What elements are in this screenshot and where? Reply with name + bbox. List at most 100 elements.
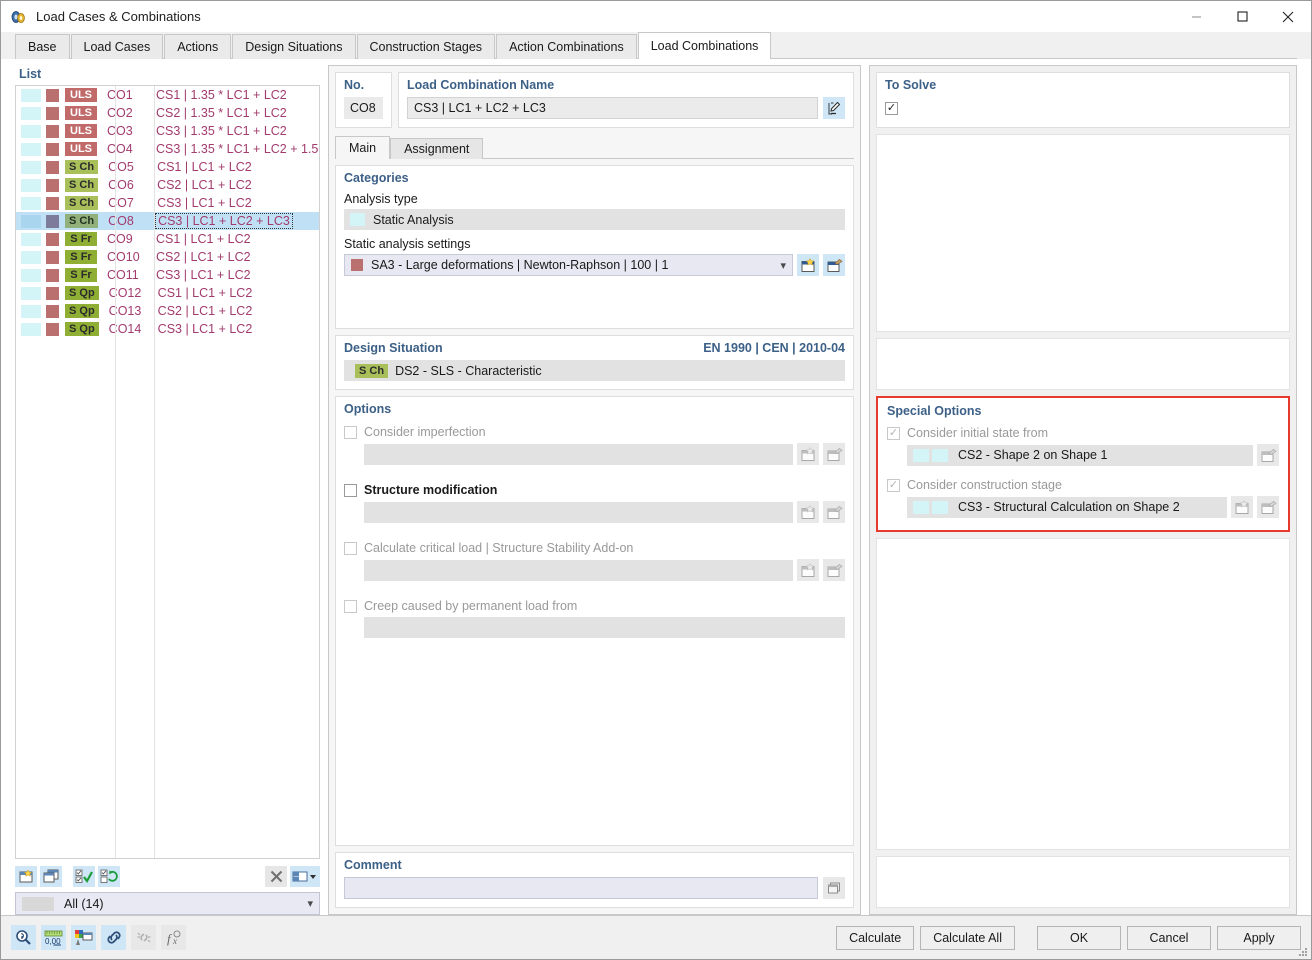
calculate-button[interactable]: Calculate: [836, 925, 915, 950]
edit-option-icon[interactable]: [823, 443, 845, 465]
new-option-icon[interactable]: [797, 559, 819, 581]
edit-initial-state-icon[interactable]: [1257, 444, 1279, 466]
design-situation-value: S Ch DS2 - SLS - Characteristic: [344, 360, 845, 381]
option-checkbox[interactable]: [344, 541, 357, 555]
new-static-settings-icon[interactable]: [797, 254, 819, 276]
table-row[interactable]: ULS CO2 CS2 | 1.35 * LC1 + LC2: [16, 104, 319, 122]
main-tab-content: Categories Analysis type Static Analysis…: [335, 165, 854, 908]
edit-static-settings-icon[interactable]: [823, 254, 845, 276]
row-description: CS3 | 1.35 * LC1 + LC2: [156, 124, 287, 138]
number-group: No. CO8: [335, 72, 392, 128]
table-row[interactable]: S Qp CO14 CS3 | LC1 + LC2: [16, 320, 319, 338]
row-description: CS1 | LC1 + LC2: [157, 286, 253, 300]
view-layout-icon[interactable]: [290, 865, 320, 887]
options-title: Options: [344, 402, 392, 416]
display-properties-icon[interactable]: [71, 925, 96, 950]
invert-selection-icon[interactable]: [98, 865, 120, 887]
link-icon[interactable]: [101, 925, 126, 950]
resize-grip[interactable]: [1298, 947, 1308, 957]
table-row[interactable]: S Qp CO13 CS2 | LC1 + LC2: [16, 302, 319, 320]
preview-viewport-status: [876, 856, 1290, 908]
combination-name-input[interactable]: CS3 | LC1 + LC2 + LC3: [407, 97, 818, 119]
initial-state-value[interactable]: CS2 - Shape 2 on Shape 1: [907, 444, 1253, 466]
to-solve-checkbox[interactable]: ✓: [885, 101, 898, 115]
ok-button[interactable]: OK: [1037, 925, 1121, 950]
minimize-button[interactable]: [1173, 1, 1219, 32]
row-number: CO3: [107, 124, 133, 138]
consider-construction-stage-checkbox[interactable]: ✓: [887, 478, 900, 492]
edit-name-icon[interactable]: [823, 97, 845, 119]
comment-library-icon[interactable]: [823, 877, 845, 899]
to-solve-label: To Solve: [885, 78, 937, 92]
edit-option-icon[interactable]: [823, 501, 845, 523]
row-category-badge: ULS: [65, 106, 97, 120]
combinations-list[interactable]: ULS CO1 CS1 | 1.35 * LC1 + LC2 ULS CO2 CS2 | …: [15, 85, 320, 859]
edit-construction-stage-icon[interactable]: [1257, 496, 1279, 518]
table-row[interactable]: S Qp CO12 CS1 | LC1 + LC2: [16, 284, 319, 302]
option-value-field[interactable]: [364, 443, 793, 465]
construction-stage-color-swatch-a: [913, 500, 929, 514]
table-row[interactable]: ULS CO1 CS1 | 1.35 * LC1 + LC2: [16, 86, 319, 104]
new-option-icon[interactable]: [797, 443, 819, 465]
row-description: CS2 | LC1 + LC2: [156, 250, 251, 264]
tab-action-combinations[interactable]: Action Combinations: [496, 34, 637, 59]
close-button[interactable]: [1265, 1, 1311, 32]
select-all-icon[interactable]: [73, 865, 95, 887]
tab-base[interactable]: Base: [15, 34, 70, 59]
tab-construction-stages[interactable]: Construction Stages: [356, 34, 496, 59]
new-construction-stage-icon[interactable]: [1231, 496, 1253, 518]
design-situation-group: Design Situation EN 1990 | CEN | 2010-04…: [335, 335, 854, 390]
comment-input[interactable]: [344, 877, 818, 899]
option-checkbox[interactable]: [344, 483, 357, 497]
copy-combination-icon[interactable]: [40, 865, 62, 887]
apply-button[interactable]: Apply: [1217, 925, 1301, 950]
unlink-icon[interactable]: [131, 925, 156, 950]
construction-stage-value[interactable]: CS3 - Structural Calculation on Shape 2: [907, 496, 1227, 518]
tab-actions[interactable]: Actions: [164, 34, 232, 59]
table-row[interactable]: S Ch CO6 CS2 | LC1 + LC2: [16, 176, 319, 194]
table-row[interactable]: S Fr CO10 CS2 | LC1 + LC2: [16, 248, 319, 266]
table-row[interactable]: S Ch CO5 CS1 | LC1 + LC2: [16, 158, 319, 176]
detail-panel: No. CO8 Load Combination Name CS3 | LC1 …: [328, 65, 861, 915]
table-row[interactable]: ULS CO3 CS3 | 1.35 * LC1 + LC2: [16, 122, 319, 140]
analysis-type-text: Static Analysis: [373, 212, 454, 227]
search-icon[interactable]: [11, 925, 36, 950]
categories-group: Categories Analysis type Static Analysis…: [335, 165, 854, 329]
table-row[interactable]: S Ch CO7 CS3 | LC1 + LC2: [16, 194, 319, 212]
static-settings-select[interactable]: SA3 - Large deformations | Newton-Raphso…: [344, 254, 793, 276]
row-color-swatch-b: [46, 304, 59, 318]
main-tab-strip: Base Load Cases Actions Design Situation…: [1, 32, 1311, 59]
row-number: CO2: [107, 106, 133, 120]
formula-icon[interactable]: f x: [161, 925, 186, 950]
edit-option-icon[interactable]: [823, 559, 845, 581]
tab-design-situations[interactable]: Design Situations: [232, 34, 356, 59]
special-options-group: Special Options ✓ Consider initial state…: [876, 396, 1290, 532]
new-option-icon[interactable]: [797, 501, 819, 523]
option-row: Structure modification: [344, 479, 845, 523]
table-row[interactable]: ULS CO4 CS3 | 1.35 * LC1 + LC2 + 1.50 * LC…: [16, 140, 319, 158]
tab-load-combinations[interactable]: Load Combinations: [637, 32, 772, 59]
table-row[interactable]: S Ch CO8 CS3 | LC1 + LC2 + LC3: [16, 212, 319, 230]
design-situation-badge: S Ch: [355, 363, 389, 378]
tab-load-cases[interactable]: Load Cases: [70, 34, 164, 59]
tab-main[interactable]: Main: [335, 136, 391, 159]
row-number: CO9: [107, 232, 133, 246]
table-row[interactable]: S Fr CO11 CS3 | LC1 + LC2: [16, 266, 319, 284]
option-label: Calculate critical load | Structure Stab…: [364, 541, 634, 555]
cancel-button[interactable]: Cancel: [1127, 925, 1211, 950]
consider-initial-state-checkbox[interactable]: ✓: [887, 426, 900, 440]
list-filter-select[interactable]: All (14) ▾: [15, 892, 320, 915]
option-checkbox[interactable]: [344, 599, 357, 613]
maximize-button[interactable]: [1219, 1, 1265, 32]
new-combination-icon[interactable]: [15, 865, 37, 887]
option-value-field[interactable]: [364, 559, 793, 581]
option-value-field[interactable]: [364, 617, 845, 638]
units-decimal-icon[interactable]: 0,00: [41, 925, 66, 950]
tab-assignment[interactable]: Assignment: [390, 138, 484, 159]
option-value-field[interactable]: [364, 501, 793, 523]
calculate-all-button[interactable]: Calculate All: [920, 925, 1015, 950]
row-category-badge: ULS: [65, 124, 97, 138]
option-checkbox[interactable]: [344, 425, 357, 439]
table-row[interactable]: S Fr CO9 CS1 | LC1 + LC2: [16, 230, 319, 248]
delete-icon[interactable]: [265, 865, 287, 887]
